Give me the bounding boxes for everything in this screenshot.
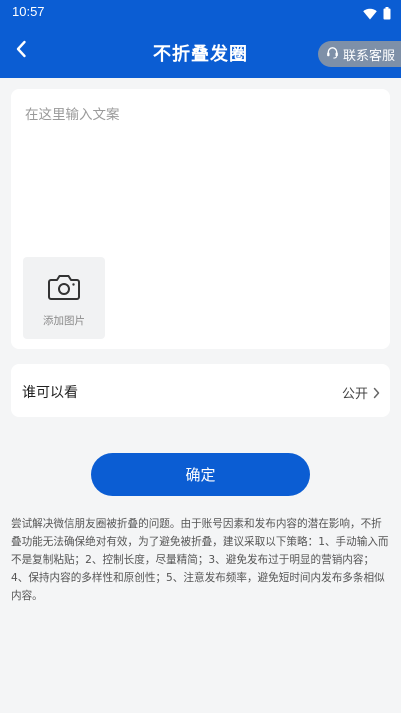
visibility-selector[interactable]: 谁可以看 公开 bbox=[11, 364, 390, 417]
confirm-button[interactable]: 确定 bbox=[91, 453, 310, 496]
header-bar: 不折叠发圈 联系客服 bbox=[0, 24, 401, 78]
wifi-icon bbox=[363, 5, 377, 24]
status-bar: 10:57 bbox=[0, 0, 401, 24]
tip-text: 尝试解决微信朋友圈被折叠的问题。由于账号因素和发布内容的潜在影响，不折叠功能无法… bbox=[11, 518, 389, 602]
contact-service-label: 联系客服 bbox=[342, 48, 395, 64]
camera-icon bbox=[48, 273, 80, 305]
status-icons bbox=[363, 5, 391, 24]
add-photo-button[interactable]: 添加图片 bbox=[23, 257, 105, 339]
contact-service-button[interactable]: 联系客服 bbox=[317, 41, 401, 67]
visibility-label: 谁可以看 bbox=[22, 385, 78, 401]
post-content-card: 添加图片 bbox=[11, 89, 390, 349]
add-photo-label: 添加图片 bbox=[43, 315, 85, 327]
visibility-value: 公开 bbox=[341, 387, 368, 402]
chevron-right-icon bbox=[373, 384, 380, 403]
headset-icon bbox=[326, 46, 339, 63]
status-time: 10:57 bbox=[12, 4, 45, 19]
post-text-input[interactable] bbox=[25, 103, 375, 253]
battery-icon bbox=[383, 5, 391, 24]
